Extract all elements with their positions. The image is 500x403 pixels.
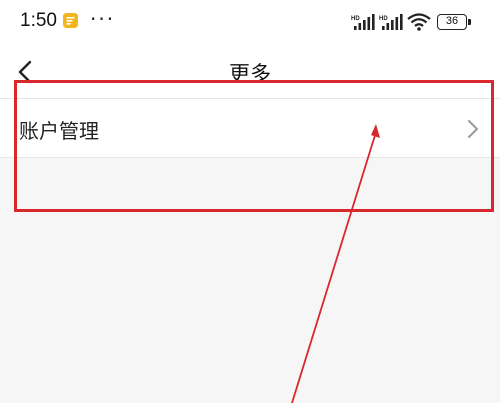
more-dots-icon: ··· — [90, 7, 116, 31]
battery-tip — [468, 19, 471, 25]
wifi-icon — [407, 13, 431, 31]
battery-level: 36 — [445, 15, 459, 27]
status-bar: 1:50 ··· HD HD 36 — [0, 0, 500, 46]
app-notification-icon — [63, 13, 78, 28]
battery-icon: 36 — [437, 14, 467, 30]
list-item-label: 账户管理 — [19, 119, 99, 143]
svg-text:HD: HD — [379, 16, 388, 22]
svg-text:HD: HD — [351, 16, 360, 22]
nav-bar: 更多 — [0, 46, 500, 98]
status-time: 1:50 — [20, 10, 57, 31]
list-item-account-management[interactable]: 账户管理 — [0, 99, 500, 157]
page-title: 更多 — [229, 62, 271, 86]
divider — [0, 157, 500, 158]
hd-signal-icon: HD — [351, 14, 375, 30]
hd-signal-icon: HD — [379, 14, 403, 30]
chevron-right-icon — [468, 120, 478, 138]
